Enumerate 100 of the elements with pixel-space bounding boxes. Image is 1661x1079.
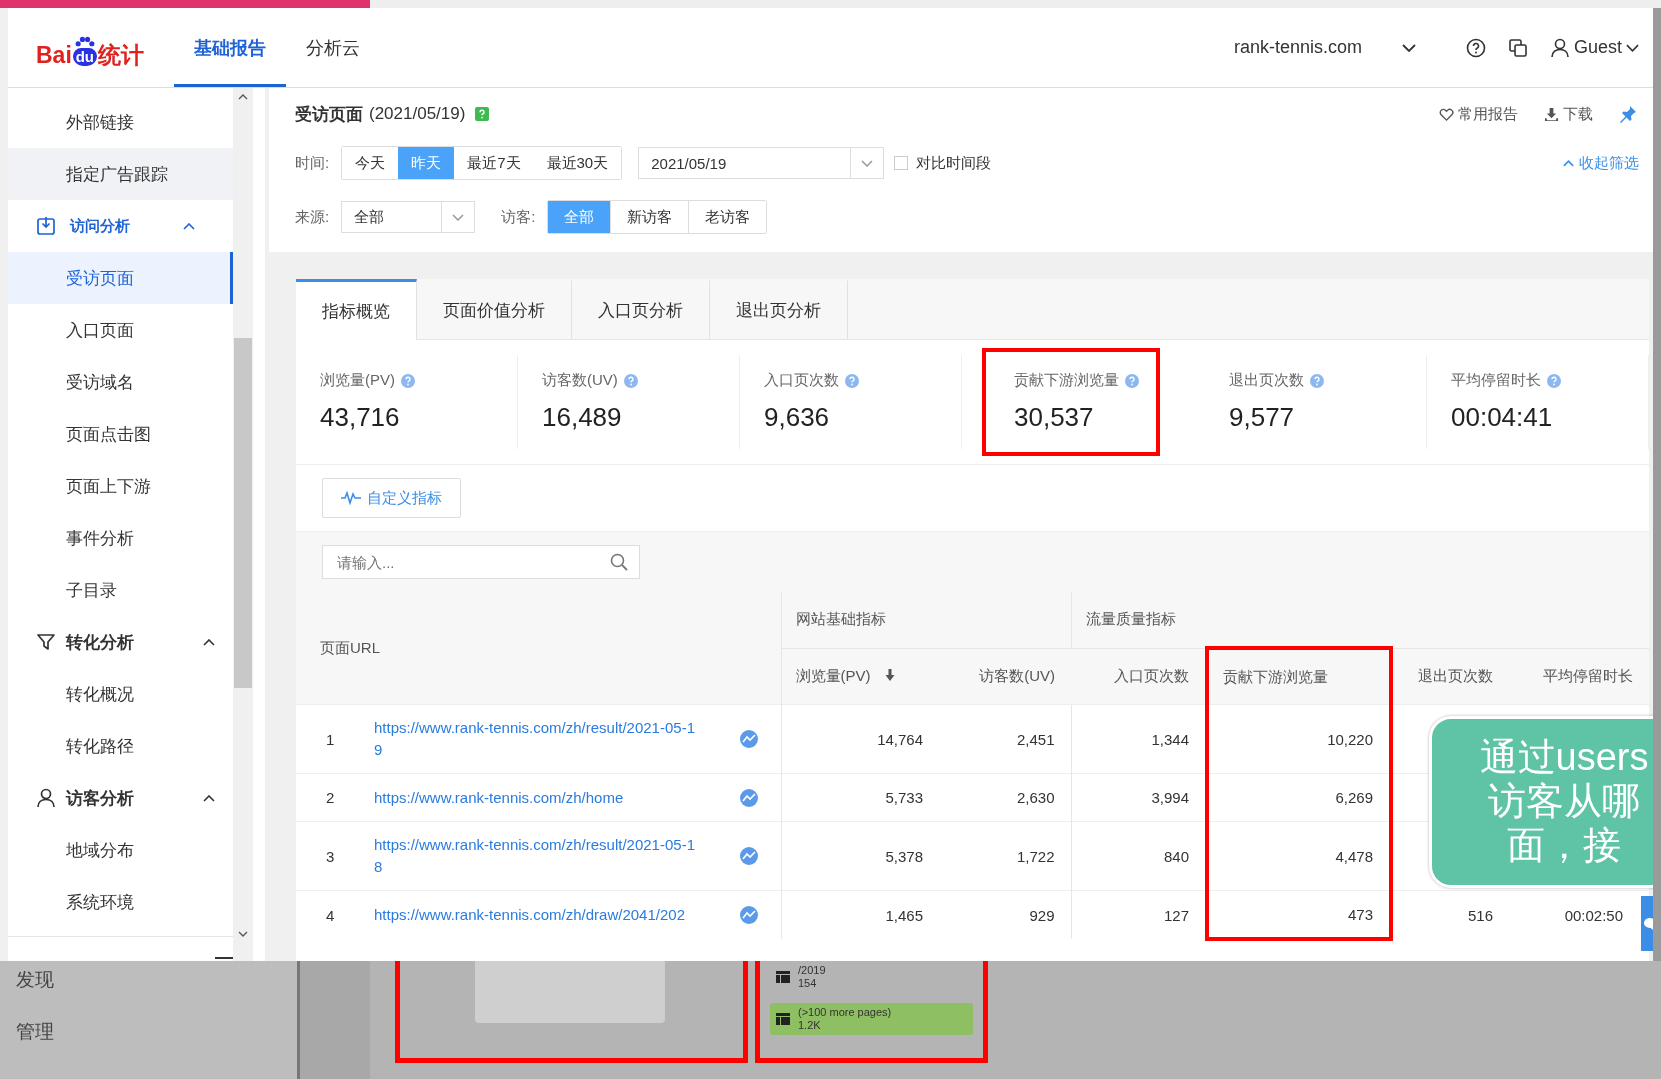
table-cell: 6,269 <box>1335 789 1373 806</box>
compare-checkbox[interactable] <box>894 156 909 170</box>
trend-chart-icon[interactable] <box>739 729 759 749</box>
table-cell: 516 <box>1468 906 1493 924</box>
sort-descending-icon[interactable] <box>884 668 895 681</box>
node-label: (>100 more pages) <box>798 1006 892 1019</box>
page-url-link[interactable]: https://www.rank-tennis.com/zh/result/2021-05-19 <box>374 717 699 761</box>
search-field[interactable]: 请输入... <box>322 545 640 579</box>
page-url-link[interactable]: https://www.rank-tennis.com/zh/draw/2041/202 <box>374 904 699 926</box>
page-url-link[interactable]: https://www.rank-tennis.com/zh/result/2021-05-18 <box>374 834 699 878</box>
compare-label: 对比时间段 <box>916 153 992 173</box>
sidebar-item[interactable]: 受访域名 <box>8 356 233 408</box>
sidebar-group[interactable]: 转化分析 <box>8 616 233 668</box>
metric-value: 9,636 <box>764 402 831 433</box>
sidebar-item[interactable]: 受访页面 <box>8 252 233 304</box>
node-label: /2019 <box>798 964 826 977</box>
row-number: 2 <box>326 789 335 806</box>
column-header[interactable]: 入口页次数 <box>1071 648 1207 705</box>
chevron-down-icon[interactable] <box>1401 43 1416 52</box>
trend-chart-icon[interactable] <box>739 905 759 925</box>
table-cell: 1,465 <box>885 906 923 924</box>
sidebar-item[interactable]: 页面上下游 <box>8 460 233 512</box>
copy-icon[interactable] <box>1507 37 1528 58</box>
user-menu[interactable]: Guest <box>1549 37 1639 58</box>
report-tab[interactable]: 指标概览 <box>296 279 417 340</box>
metric-label: 平均停留时长 <box>1451 371 1541 390</box>
search-icon[interactable] <box>610 553 628 571</box>
column-header[interactable]: 平均停留时长 <box>1509 648 1649 705</box>
sidebar-item[interactable]: 系统环境 <box>8 876 233 928</box>
trend-chart-icon[interactable] <box>739 787 759 808</box>
custom-metrics-button[interactable]: 自定义指标 <box>322 478 461 518</box>
visitor-option[interactable]: 老访客 <box>688 201 767 233</box>
chevron-up-icon[interactable] <box>183 222 195 230</box>
sidebar-item[interactable]: 入口页面 <box>8 304 233 356</box>
metric-value: 43,716 <box>320 402 401 433</box>
nav-tab[interactable]: 分析云 <box>285 8 380 87</box>
metric-value: 30,537 <box>1014 402 1095 433</box>
row-number: 1 <box>326 730 335 748</box>
column-header[interactable]: 退出页次数 <box>1391 648 1509 705</box>
chevron-up-icon <box>1563 159 1574 167</box>
pin-icon[interactable] <box>1619 105 1637 123</box>
page-icon <box>776 1013 790 1025</box>
sidebar-group[interactable]: 访问分析 <box>8 200 213 252</box>
node-value: 1.2K <box>798 1019 822 1032</box>
scroll-up-icon[interactable] <box>238 94 248 100</box>
chevron-down-icon <box>452 213 465 221</box>
site-selector[interactable]: rank-tennis.com <box>1233 37 1362 58</box>
collapse-filter-link[interactable]: 收起筛选 <box>1563 153 1639 173</box>
column-group-header: 流量质量指标 <box>1085 609 1176 627</box>
table-cell: 840 <box>1164 847 1189 865</box>
sidebar-group[interactable]: 访客分析 <box>8 772 233 824</box>
background-menu-item[interactable]: 发现 <box>16 967 297 993</box>
visitor-label: 访客: <box>501 207 536 227</box>
chevron-down-icon <box>861 159 874 167</box>
report-date: (2021/05/19) <box>369 104 466 124</box>
source-select[interactable]: 全部 <box>341 201 476 233</box>
sidebar-item[interactable]: 事件分析 <box>8 512 233 564</box>
help-badge-icon[interactable] <box>475 107 490 121</box>
table-cell: 2,451 <box>1016 730 1055 748</box>
column-header[interactable]: 访客数(UV) <box>939 648 1071 705</box>
logo: Bai du 统计 <box>36 27 144 68</box>
table-cell: 5,378 <box>885 847 923 865</box>
column-header: 页面URL <box>320 638 380 656</box>
sidebar-item[interactable]: 转化路径 <box>8 720 233 772</box>
sidebar-item[interactable]: 页面点击图 <box>8 408 233 460</box>
metric-label: 入口页次数 <box>764 371 839 390</box>
column-header[interactable]: 贡献下游浏览量 <box>1207 648 1391 705</box>
callout-text: 访客从哪 <box>1488 780 1640 824</box>
download-link[interactable]: 下载 <box>1544 104 1593 124</box>
sidebar-item[interactable]: 指定广告跟踪 <box>8 148 233 200</box>
favorite-report-link[interactable]: 常用报告 <box>1439 104 1518 124</box>
metric-value: 00:04:41 <box>1451 402 1554 433</box>
metric-label: 访客数(UV) <box>542 371 618 390</box>
download-icon <box>1544 106 1559 122</box>
chevron-up-icon[interactable] <box>203 794 215 802</box>
help-icon[interactable] <box>1465 37 1486 58</box>
date-picker[interactable]: 2021/05/19 <box>638 147 885 179</box>
table-cell: 5,733 <box>885 789 923 806</box>
page-icon <box>776 971 790 983</box>
scroll-down-icon[interactable] <box>238 931 248 937</box>
user-icon <box>1549 37 1570 58</box>
metric-label: 浏览量(PV) <box>320 371 395 390</box>
chevron-up-icon[interactable] <box>203 638 215 646</box>
filter-icon <box>36 632 56 652</box>
report-title: 受访页面 <box>295 103 363 126</box>
background-menu-item[interactable]: 管理 <box>16 1019 297 1045</box>
table-cell: 1,344 <box>1151 730 1189 748</box>
source-label: 来源: <box>295 207 330 227</box>
heart-icon <box>1439 106 1454 122</box>
page-url-link[interactable]: https://www.rank-tennis.com/zh/home <box>374 786 699 809</box>
sidebar-item[interactable]: 地域分布 <box>8 824 233 876</box>
sidebar-item[interactable]: 外部链接 <box>8 96 233 148</box>
scrollbar[interactable] <box>233 88 253 961</box>
column-header[interactable]: 浏览量(PV) <box>781 648 939 705</box>
sidebar-item[interactable]: 转化概况 <box>8 668 233 720</box>
column-group-header: 网站基础指标 <box>795 610 886 628</box>
sidebar-item[interactable]: 子目录 <box>8 564 233 616</box>
metric-value: 16,489 <box>542 402 623 433</box>
trend-chart-icon[interactable] <box>739 846 759 866</box>
row-number: 4 <box>326 906 335 924</box>
